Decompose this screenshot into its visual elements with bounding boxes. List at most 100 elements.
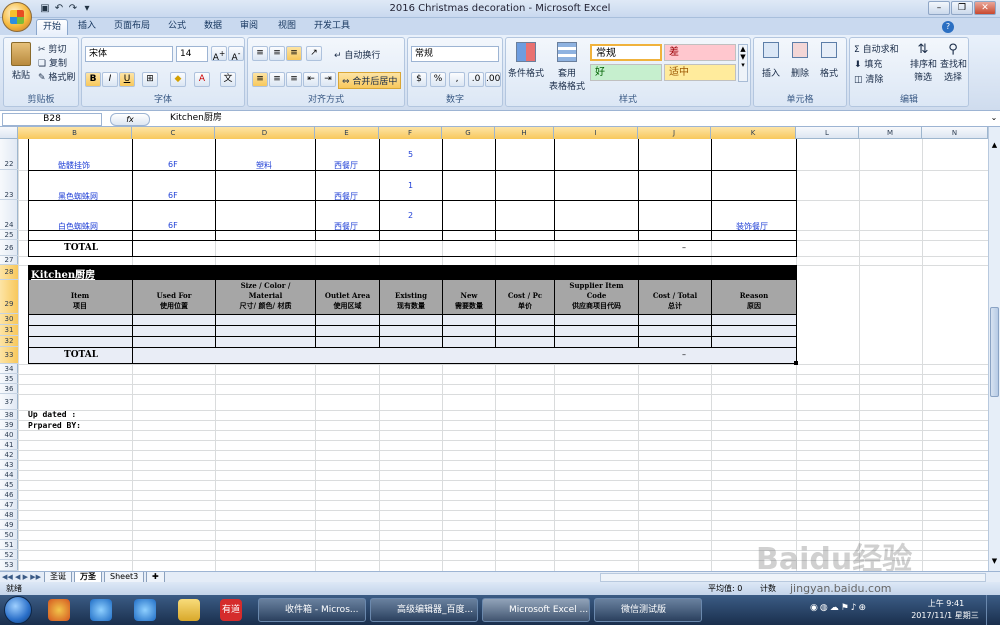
format-as-table-button[interactable]: 套用 表格格式 — [546, 42, 588, 92]
cell-e22[interactable]: 西餐厅 — [334, 160, 358, 171]
align-center-icon[interactable]: ≡ — [269, 72, 285, 87]
row-header[interactable]: 35 — [0, 374, 18, 384]
ie-icon[interactable] — [90, 599, 112, 621]
number-format-select[interactable]: 常规 — [411, 46, 499, 62]
tray-icons[interactable]: ◉◍☁⚑♪⊕ — [810, 603, 900, 617]
row-header[interactable]: 28 — [0, 265, 18, 280]
align-bottom-icon[interactable]: ≡ — [286, 46, 302, 61]
italic-button[interactable]: I — [102, 72, 118, 87]
minimize-button[interactable]: – — [928, 1, 950, 15]
col-header-c[interactable]: C — [132, 127, 215, 139]
copy-button[interactable]: ❏ 复制 — [38, 56, 67, 69]
kitchen-title-bar[interactable]: Kitchen厨房 — [28, 265, 797, 281]
row-header[interactable]: 31 — [0, 325, 18, 336]
format-cells-button[interactable]: 格式 — [816, 42, 842, 79]
row-header[interactable]: 33 — [0, 347, 18, 364]
row-header[interactable]: 52 — [0, 550, 18, 560]
fx-button[interactable]: fx — [110, 113, 150, 126]
fill-color-icon[interactable]: ◆ — [170, 72, 186, 87]
formula-input[interactable]: Kitchen厨房 — [158, 113, 986, 126]
style-neutral[interactable]: 适中 — [664, 64, 736, 81]
col-header-f[interactable]: F — [379, 127, 442, 139]
tab-data[interactable]: 数据 — [198, 19, 228, 35]
taskbar-excel[interactable]: Microsoft Excel ... — [482, 598, 590, 622]
merge-center-button[interactable]: ⇔ 合并后居中 — [338, 72, 402, 89]
wrap-text-button[interactable]: ↵ 自动换行 — [334, 48, 380, 61]
cell-b39-prepared[interactable]: Prpared BY: — [28, 421, 81, 430]
taskbar-outlook[interactable]: 收件箱 - Micros... — [258, 598, 366, 622]
row-header[interactable]: 44 — [0, 470, 18, 480]
row-header[interactable]: 32 — [0, 336, 18, 347]
row-header[interactable]: 39 — [0, 420, 18, 430]
style-good[interactable]: 好 — [590, 64, 662, 81]
cell-c24[interactable]: 6F — [168, 221, 178, 230]
app-icon-1[interactable] — [48, 599, 70, 621]
row-header[interactable]: 34 — [0, 364, 18, 374]
office-button[interactable] — [2, 2, 32, 32]
find-select-button[interactable]: ⚲ 查找和 选择 — [940, 42, 967, 83]
autosum-button[interactable]: Σ 自动求和 — [854, 42, 899, 55]
row-header[interactable]: 24 — [0, 200, 18, 230]
conditional-format-button[interactable]: 条件格式 — [508, 42, 544, 79]
tab-formulas[interactable]: 公式 — [162, 19, 192, 35]
row-header[interactable]: 40 — [0, 430, 18, 440]
row-header[interactable]: 46 — [0, 490, 18, 500]
row-header[interactable]: 38 — [0, 410, 18, 420]
style-bad[interactable]: 差 — [664, 44, 736, 61]
tab-review[interactable]: 审阅 — [234, 19, 264, 35]
clear-button[interactable]: ◫ 清除 — [854, 72, 883, 85]
row-header[interactable]: 27 — [0, 256, 18, 265]
name-box[interactable]: B28 — [2, 113, 102, 126]
col-header-d[interactable]: D — [215, 127, 315, 139]
borders-icon[interactable]: ⊞ — [142, 72, 158, 87]
cell-b26-total[interactable]: TOTAL — [64, 243, 98, 253]
clock-time[interactable]: 上午 9:41 — [916, 598, 976, 609]
row-header[interactable]: 49 — [0, 520, 18, 530]
styles-scroll[interactable]: ▲ ▼ ▾ — [738, 44, 748, 82]
worksheet-grid[interactable]: 骷髅挂饰 6F 塑料 西餐厅 5 黑色蜘蛛网 6F 西餐厅 1 白色蜘蛛网 6F… — [18, 139, 988, 571]
col-header-e[interactable]: E — [315, 127, 379, 139]
cell-f24[interactable]: 2 — [408, 211, 413, 220]
cell-b24[interactable]: 白色蜘蛛网 — [58, 221, 98, 232]
cell-f22[interactable]: 5 — [408, 150, 413, 159]
row-header[interactable]: 42 — [0, 450, 18, 460]
sheet-nav-icons[interactable]: ◀◀ ◀ ▶ ▶▶ — [2, 572, 42, 582]
cell-b22[interactable]: 骷髅挂饰 — [58, 160, 90, 171]
row-header[interactable]: 37 — [0, 394, 18, 410]
col-header-n[interactable]: N — [922, 127, 988, 139]
clock-date[interactable]: 2017/11/1 星期三 — [906, 610, 984, 621]
taskbar-chrome[interactable]: 高级编辑器_百度... — [370, 598, 478, 622]
row-header[interactable]: 36 — [0, 384, 18, 394]
align-middle-icon[interactable]: ≡ — [269, 46, 285, 61]
cell-j26[interactable]: – — [682, 243, 686, 252]
cell-c22[interactable]: 6F — [168, 160, 178, 169]
restore-button[interactable]: ❐ — [951, 1, 973, 15]
help-icon[interactable]: ? — [942, 21, 954, 33]
row-header[interactable]: 48 — [0, 510, 18, 520]
cell-e23[interactable]: 西餐厅 — [334, 191, 358, 202]
row-header[interactable]: 45 — [0, 480, 18, 490]
select-all[interactable] — [0, 127, 18, 139]
align-top-icon[interactable]: ≡ — [252, 46, 268, 61]
row-header[interactable]: 53 — [0, 560, 18, 571]
font-name-select[interactable]: 宋体 — [85, 46, 173, 62]
col-header-j[interactable]: J — [638, 127, 711, 139]
col-header-k[interactable]: K — [711, 127, 796, 139]
cell-f23[interactable]: 1 — [408, 181, 413, 190]
scroll-thumb[interactable] — [990, 307, 999, 397]
cell-d22[interactable]: 塑料 — [256, 160, 272, 171]
row-header[interactable]: 51 — [0, 540, 18, 550]
expand-formula-icon[interactable]: ⌄ — [989, 113, 999, 126]
horizontal-scrollbar[interactable] — [600, 573, 986, 582]
fill-handle[interactable] — [794, 361, 798, 365]
bold-button[interactable]: B — [85, 72, 101, 87]
col-header-b[interactable]: B — [18, 127, 132, 139]
font-size-select[interactable]: 14 — [176, 46, 208, 62]
tab-home[interactable]: 开始 — [36, 19, 69, 35]
percent-icon[interactable]: % — [430, 72, 446, 87]
paste-button[interactable]: 粘贴 — [8, 42, 34, 86]
cell-k24[interactable]: 装饰餐厅 — [736, 221, 768, 232]
scroll-up-icon[interactable]: ▲ — [990, 141, 999, 151]
cell-j33[interactable]: – — [682, 350, 686, 359]
align-right-icon[interactable]: ≡ — [286, 72, 302, 87]
